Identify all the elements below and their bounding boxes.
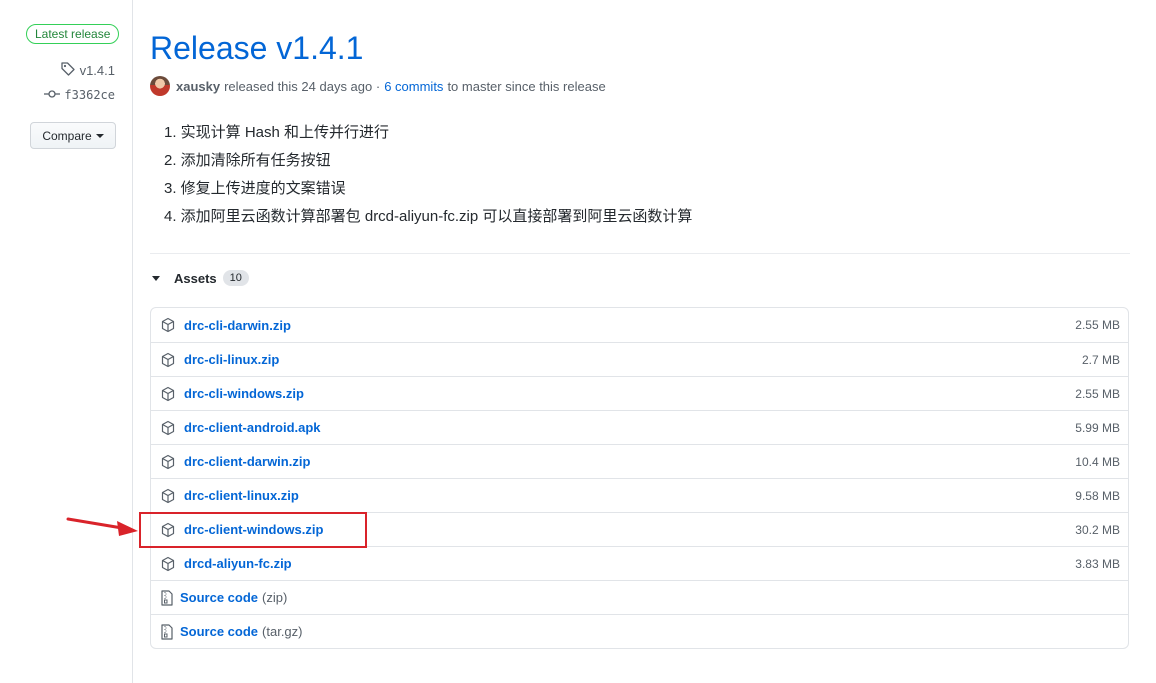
- divider: [150, 253, 1130, 254]
- asset-size: 2.55 MB: [1075, 318, 1120, 332]
- release-title[interactable]: Release v1.4.1: [150, 28, 363, 68]
- asset-link[interactable]: drc-cli-windows.zip: [184, 386, 304, 401]
- package-icon: [160, 317, 176, 333]
- source-zip-ext: (zip): [262, 590, 288, 605]
- asset-link[interactable]: drcd-aliyun-fc.zip: [184, 556, 292, 571]
- compare-label: Compare: [42, 128, 92, 143]
- commit-sha: f3362ce: [64, 88, 115, 102]
- commit-link[interactable]: f3362ce: [44, 88, 115, 102]
- tag-icon: [60, 61, 76, 80]
- asset-size: 30.2 MB: [1075, 523, 1120, 537]
- asset-link[interactable]: drc-client-linux.zip: [184, 488, 299, 503]
- author-link[interactable]: xausky: [176, 79, 220, 94]
- asset-link[interactable]: drc-client-android.apk: [184, 420, 321, 435]
- asset-row[interactable]: drcd-aliyun-fc.zip 3.83 MB: [151, 546, 1128, 580]
- tag-label: v1.4.1: [79, 63, 115, 78]
- assets-list: drc-cli-darwin.zip 2.55 MB drc-cli-linux…: [150, 307, 1129, 649]
- source-row[interactable]: Source code (zip): [151, 580, 1128, 614]
- package-icon: [160, 352, 176, 368]
- note-item: 2. 添加清除所有任务按钮: [164, 152, 331, 169]
- note-item: 1. 实现计算 Hash 和上传并行进行: [164, 124, 390, 141]
- assets-count: 10: [222, 270, 249, 286]
- annotation-highlight-box: [139, 512, 367, 548]
- asset-link[interactable]: drc-client-darwin.zip: [184, 454, 310, 469]
- tag-link[interactable]: v1.4.1: [60, 61, 115, 80]
- released-text: released this 24 days ago ·: [224, 78, 381, 94]
- release-notes: 1. 实现计算 Hash 和上传并行进行 2. 添加清除所有任务按钮 3. 修复…: [164, 122, 692, 234]
- asset-size: 2.55 MB: [1075, 387, 1120, 401]
- source-targz-link[interactable]: Source code: [180, 624, 258, 639]
- asset-row[interactable]: drc-cli-windows.zip 2.55 MB: [151, 376, 1128, 410]
- caret-down-icon: [95, 134, 104, 138]
- asset-size: 2.7 MB: [1081, 353, 1120, 367]
- package-icon: [160, 420, 176, 436]
- asset-row[interactable]: drc-cli-linux.zip 2.7 MB: [151, 342, 1128, 376]
- asset-row[interactable]: drc-client-android.apk 5.99 MB: [151, 410, 1128, 444]
- file-zip-icon: [160, 589, 176, 606]
- release-sidebar: Latest release v1.4.1 f3362ce Compare: [0, 0, 133, 683]
- commit-icon: [44, 88, 61, 102]
- note-item: 4. 添加阿里云函数计算部署包 drcd-aliyun-fc.zip 可以直接部…: [164, 208, 693, 225]
- asset-row[interactable]: drc-client-darwin.zip 10.4 MB: [151, 444, 1128, 478]
- file-zip-icon: [160, 623, 176, 640]
- asset-link[interactable]: drc-cli-darwin.zip: [184, 318, 291, 333]
- package-icon: [160, 556, 176, 572]
- avatar[interactable]: [150, 76, 170, 96]
- asset-size: 5.99 MB: [1075, 421, 1120, 435]
- package-icon: [160, 488, 176, 504]
- asset-size: 9.58 MB: [1075, 489, 1120, 503]
- release-byline: xausky released this 24 days ago · 6 com…: [150, 76, 606, 96]
- package-icon: [160, 386, 176, 402]
- source-targz-ext: (tar.gz): [262, 624, 303, 639]
- source-zip-link[interactable]: Source code: [180, 590, 258, 605]
- source-row[interactable]: Source code (tar.gz): [151, 614, 1128, 648]
- annotation-arrow-icon: [66, 517, 138, 536]
- assets-toggle[interactable]: Assets 10: [152, 270, 249, 286]
- compare-button[interactable]: Compare: [30, 122, 116, 149]
- package-icon: [160, 454, 176, 470]
- note-item: 3. 修复上传进度的文案错误: [164, 180, 346, 197]
- asset-link[interactable]: drc-cli-linux.zip: [184, 352, 279, 367]
- assets-label: Assets: [174, 270, 217, 286]
- asset-size: 10.4 MB: [1075, 455, 1120, 469]
- asset-size: 3.83 MB: [1075, 557, 1120, 571]
- asset-row[interactable]: drc-client-linux.zip 9.58 MB: [151, 478, 1128, 512]
- since-text: to master since this release: [447, 78, 606, 94]
- latest-release-badge: Latest release: [26, 24, 120, 44]
- triangle-down-icon: [152, 275, 160, 281]
- commits-link[interactable]: 6 commits: [384, 79, 443, 94]
- asset-row[interactable]: drc-cli-darwin.zip 2.55 MB: [151, 308, 1128, 342]
